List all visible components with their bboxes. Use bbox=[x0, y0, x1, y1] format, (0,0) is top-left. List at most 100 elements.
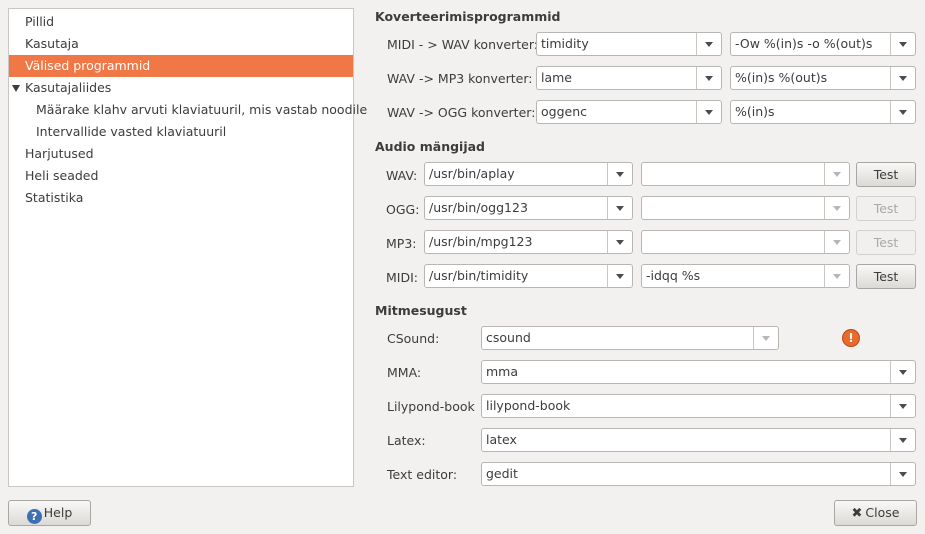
tree-item-label: Intervallide vasted klaviatuuril bbox=[36, 124, 227, 139]
combo-value: -Ow %(in)s -o %(out)s bbox=[735, 36, 873, 51]
midi-player-combo[interactable]: /usr/bin/timidity bbox=[424, 264, 633, 288]
dropdown-button[interactable] bbox=[824, 163, 849, 185]
help-icon: ? bbox=[26, 509, 42, 524]
dropdown-button[interactable] bbox=[607, 265, 632, 287]
dropdown-button[interactable] bbox=[890, 429, 915, 451]
help-button[interactable]: ? Help bbox=[8, 500, 91, 526]
dropdown-button[interactable] bbox=[890, 395, 915, 417]
dropdown-button[interactable] bbox=[890, 361, 915, 383]
chevron-down-icon bbox=[616, 240, 624, 245]
mp3-player-combo[interactable]: /usr/bin/mpg123 bbox=[424, 230, 633, 254]
close-button[interactable]: ✖ Close bbox=[834, 500, 917, 526]
tree-item-pillid[interactable]: Pillid bbox=[9, 11, 353, 33]
mp3-player-args-combo[interactable] bbox=[641, 230, 850, 254]
test-wav-button[interactable]: Test bbox=[856, 162, 916, 187]
chevron-down-icon bbox=[616, 274, 624, 279]
combo-value: -idqq %s bbox=[646, 268, 701, 283]
combo-value: timidity bbox=[541, 36, 589, 51]
ogg-player-args-combo[interactable] bbox=[641, 196, 850, 220]
tree-item-intervallide-vasted[interactable]: Intervallide vasted klaviatuuril bbox=[9, 121, 353, 143]
close-icon: ✖ bbox=[851, 506, 863, 521]
chevron-down-icon bbox=[899, 76, 907, 81]
wav-mp3-program-combo[interactable]: lame bbox=[536, 66, 722, 90]
dropdown-button[interactable] bbox=[824, 231, 849, 253]
tree-item-valised-programmid[interactable]: Välised programmid bbox=[9, 55, 353, 77]
wav-mp3-label: WAV -> MP3 konverter: bbox=[387, 71, 533, 86]
tree-item-kasutajaliides[interactable]: Kasutajaliides bbox=[9, 77, 353, 99]
dropdown-button[interactable] bbox=[696, 67, 721, 89]
tree-item-label: Määrake klahv arvuti klaviatuuril, mis v… bbox=[36, 102, 368, 117]
dropdown-button[interactable] bbox=[607, 197, 632, 219]
chevron-down-icon bbox=[833, 240, 841, 245]
combo-value: /usr/bin/aplay bbox=[429, 166, 515, 181]
help-button-label: Help bbox=[43, 505, 73, 520]
latex-label: Latex: bbox=[387, 433, 426, 448]
tree-item-heli-seaded[interactable]: Heli seaded bbox=[9, 165, 353, 187]
combo-value: oggenc bbox=[541, 104, 588, 119]
combo-value: /usr/bin/timidity bbox=[429, 268, 529, 283]
test-mp3-button[interactable]: Test bbox=[856, 230, 916, 255]
midi-player-args-combo[interactable]: -idqq %s bbox=[641, 264, 850, 288]
combo-value: %(in)s bbox=[735, 104, 775, 119]
chevron-down-icon bbox=[705, 76, 713, 81]
combo-value: /usr/bin/mpg123 bbox=[429, 234, 533, 249]
ogg-player-combo[interactable]: /usr/bin/ogg123 bbox=[424, 196, 633, 220]
players-section-title: Audio mängijad bbox=[375, 139, 486, 154]
wav-player-args-combo[interactable] bbox=[641, 162, 850, 186]
combo-value: mma bbox=[486, 364, 519, 379]
chevron-down-icon bbox=[899, 404, 907, 409]
dropdown-button[interactable] bbox=[890, 67, 915, 89]
tree-item-klahv-noodile[interactable]: Määrake klahv arvuti klaviatuuril, mis v… bbox=[9, 99, 367, 121]
dropdown-button[interactable] bbox=[696, 33, 721, 55]
converters-section-title: Koverteerimisprogrammid bbox=[375, 9, 561, 24]
chevron-down-icon bbox=[705, 110, 713, 115]
chevron-down-icon bbox=[705, 42, 713, 47]
chevron-down-icon bbox=[762, 336, 770, 341]
midi-wav-label: MIDI - > WAV konverter: bbox=[387, 37, 538, 52]
tree-item-kasutaja[interactable]: Kasutaja bbox=[9, 33, 353, 55]
chevron-down-icon bbox=[899, 110, 907, 115]
dropdown-button[interactable] bbox=[753, 327, 778, 349]
tree-item-label: Pillid bbox=[25, 14, 55, 29]
tree-item-statistika[interactable]: Statistika bbox=[9, 187, 353, 209]
expander-triangle-icon[interactable] bbox=[12, 85, 20, 92]
midi-wav-program-combo[interactable]: timidity bbox=[536, 32, 722, 56]
wav-player-combo[interactable]: /usr/bin/aplay bbox=[424, 162, 633, 186]
combo-value: lame bbox=[541, 70, 572, 85]
combo-value: lilypond-book bbox=[486, 398, 571, 413]
dropdown-button[interactable] bbox=[890, 33, 915, 55]
dropdown-button[interactable] bbox=[607, 163, 632, 185]
wav-ogg-program-combo[interactable]: oggenc bbox=[536, 100, 722, 124]
wav-ogg-args-combo[interactable]: %(in)s bbox=[730, 100, 916, 124]
dropdown-button[interactable] bbox=[824, 197, 849, 219]
combo-value: %(in)s %(out)s bbox=[735, 70, 828, 85]
midi-wav-args-combo[interactable]: -Ow %(in)s -o %(out)s bbox=[730, 32, 916, 56]
chevron-down-icon bbox=[616, 172, 624, 177]
dropdown-button[interactable] bbox=[890, 101, 915, 123]
combo-value: /usr/bin/ogg123 bbox=[429, 200, 528, 215]
mma-label: MMA: bbox=[387, 365, 422, 380]
warning-icon: ! bbox=[842, 329, 860, 347]
csound-combo[interactable]: csound bbox=[481, 326, 779, 350]
lilypond-book-label: Lilypond-book bbox=[387, 399, 475, 414]
dropdown-button[interactable] bbox=[890, 463, 915, 485]
dropdown-button[interactable] bbox=[824, 265, 849, 287]
dropdown-button[interactable] bbox=[607, 231, 632, 253]
mma-combo[interactable]: mma bbox=[481, 360, 916, 384]
csound-label: CSound: bbox=[387, 331, 440, 346]
chevron-down-icon bbox=[833, 274, 841, 279]
dropdown-button[interactable] bbox=[696, 101, 721, 123]
mp3-player-label: MP3: bbox=[386, 236, 417, 251]
chevron-down-icon bbox=[616, 206, 624, 211]
tree-item-label: Statistika bbox=[25, 190, 84, 205]
text-editor-combo[interactable]: gedit bbox=[481, 462, 916, 486]
wav-ogg-label: WAV -> OGG konverter: bbox=[387, 105, 536, 120]
test-midi-button[interactable]: Test bbox=[856, 264, 916, 289]
preferences-tree[interactable]: Pillid Kasutaja Välised programmid Kasut… bbox=[8, 8, 367, 487]
test-ogg-button[interactable]: Test bbox=[856, 196, 916, 221]
tree-item-harjutused[interactable]: Harjutused bbox=[9, 143, 353, 165]
wav-mp3-args-combo[interactable]: %(in)s %(out)s bbox=[730, 66, 916, 90]
latex-combo[interactable]: latex bbox=[481, 428, 916, 452]
chevron-down-icon bbox=[833, 206, 841, 211]
lilypond-book-combo[interactable]: lilypond-book bbox=[481, 394, 916, 418]
